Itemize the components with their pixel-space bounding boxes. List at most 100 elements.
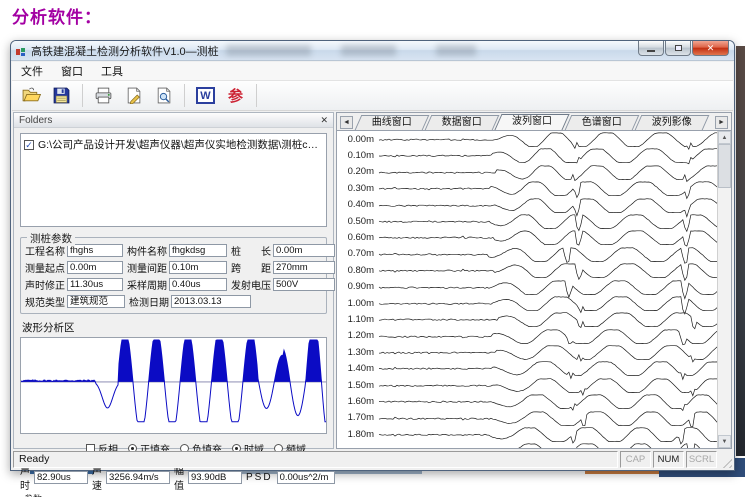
page-pen-icon (125, 87, 142, 104)
wave-train-row[interactable]: 1.70m (337, 410, 731, 426)
minimize-button[interactable] (638, 41, 664, 56)
tab-scroll-left-icon[interactable]: ◄ (340, 116, 353, 129)
param-input[interactable]: 0.00m (67, 261, 123, 274)
wave-train-row[interactable]: 0.80m (337, 262, 731, 278)
word-export-button[interactable]: W (193, 83, 218, 108)
open-file-button[interactable] (19, 83, 44, 108)
wave-train-row[interactable]: 1.20m (337, 328, 731, 344)
param-input[interactable]: 0.10m (169, 261, 227, 274)
folders-caption: Folders ✕ (14, 113, 333, 128)
wave-train-row[interactable]: 0.50m (337, 213, 731, 229)
wave-train-row[interactable]: 0.00m (337, 131, 731, 147)
wave-trace (379, 311, 723, 327)
wave-train-row[interactable]: 0.30m (337, 180, 731, 196)
app-window: 高铁建混凝土检测分析软件V1.0—测桩 ✕ 文件 窗口 工具 (10, 40, 735, 471)
param-input[interactable]: 建筑规范 (67, 295, 125, 308)
wave-trace (379, 279, 723, 295)
wave-trace (379, 180, 723, 196)
param-input[interactable]: 270mm (273, 261, 335, 274)
menu-item-0[interactable]: 文件 (21, 63, 43, 79)
folders-panel: Folders ✕ ✓ G:\公司产品设计开发\超声仪器\超声仪实地检测数据\测… (13, 112, 334, 449)
param-input[interactable]: fhghs (67, 244, 123, 257)
param-label: 声时修正 (25, 277, 65, 292)
wave-train-row[interactable]: 1.00m (337, 295, 731, 311)
wave-train-row[interactable] (337, 442, 731, 448)
wave-train-row[interactable]: 1.80m (337, 426, 731, 442)
maximize-button[interactable] (665, 41, 691, 56)
menu-item-2[interactable]: 工具 (101, 63, 123, 79)
wave-trace (379, 328, 723, 344)
param-input[interactable]: 2013.03.13 (171, 295, 251, 308)
resize-grip[interactable] (719, 455, 732, 468)
wave-train-row[interactable]: 1.60m (337, 393, 731, 409)
wave-train-row[interactable]: 0.70m (337, 246, 731, 262)
depth-label: 1.30m (337, 347, 379, 358)
reading-input[interactable]: 0.00us^2/m (277, 471, 335, 484)
parameters-button[interactable]: 参 (223, 83, 248, 108)
param-input[interactable]: 11.30us (67, 278, 123, 291)
depth-label: 1.70m (337, 412, 379, 423)
tab-3[interactable]: 色谱窗口 (565, 115, 640, 130)
scroll-thumb[interactable] (718, 144, 731, 188)
depth-label: 1.40m (337, 363, 379, 374)
reading-input[interactable]: 3256.94m/s (106, 471, 170, 484)
wave-train-row[interactable]: 1.50m (337, 377, 731, 393)
param-field: 规范类型建筑规范 (25, 294, 125, 309)
depth-label: 1.20m (337, 330, 379, 341)
reading-input[interactable]: 82.90us (34, 471, 88, 484)
wave-train-row[interactable]: 0.10m (337, 147, 731, 163)
param-input[interactable]: 0.40us (169, 278, 227, 291)
word-icon: W (196, 87, 215, 104)
scroll-up-icon[interactable]: ▲ (718, 131, 731, 144)
wave-train-panel: ◄ 曲线窗口数据窗口波列窗口色谱窗口波列影像 ► 0.00m0.10m0.20m… (336, 112, 732, 449)
wave-trace (379, 246, 723, 262)
print-button[interactable] (91, 83, 116, 108)
menu-item-1[interactable]: 窗口 (61, 63, 83, 79)
param-field: 检测日期2013.03.13 (129, 294, 251, 309)
reading-input[interactable]: 93.90dB (188, 471, 242, 484)
save-icon (53, 87, 70, 104)
tab-label: 数据窗口 (442, 116, 482, 130)
page-setup-button[interactable] (121, 83, 146, 108)
tab-label: 色谱窗口 (582, 116, 622, 130)
file-checkbox[interactable]: ✓ (24, 140, 34, 150)
close-button[interactable]: ✕ (692, 41, 729, 56)
param-field: 测量间距0.10m (127, 260, 227, 275)
page-title: 分析软件： (12, 3, 102, 28)
file-item[interactable]: ✓ G:\公司产品设计开发\超声仪器\超声仪实地检测数据\测桩cd\cd03\c… (24, 137, 323, 152)
wave-train-row[interactable]: 1.10m (337, 311, 731, 327)
pile-params-title: 测桩参数 (27, 231, 75, 246)
param-input[interactable]: fhgkdsg (169, 244, 227, 257)
toolbar-separator (82, 84, 83, 107)
tab-1[interactable]: 数据窗口 (425, 115, 500, 130)
wave-train-row[interactable]: 0.20m (337, 164, 731, 180)
vertical-scrollbar[interactable]: ▲ ▼ (717, 131, 731, 448)
status-indicator-cap: CAP (620, 451, 651, 468)
tab-strip: ◄ 曲线窗口数据窗口波列窗口色谱窗口波列影像 ► (337, 113, 731, 131)
glass-reflection (226, 45, 311, 56)
title-bar[interactable]: 高铁建混凝土检测分析软件V1.0—测桩 ✕ (11, 41, 734, 61)
depth-label: 1.00m (337, 298, 379, 309)
tab-0[interactable]: 曲线窗口 (355, 115, 430, 130)
tab-scroll-right-icon[interactable]: ► (715, 116, 728, 129)
wave-train-row[interactable]: 1.40m (337, 360, 731, 376)
param-label: 测量间距 (127, 260, 167, 275)
scroll-down-icon[interactable]: ▼ (718, 435, 731, 448)
waveform-analysis-plot (20, 337, 327, 434)
wave-train-row[interactable]: 0.60m (337, 229, 731, 245)
param-input[interactable]: 500V (273, 278, 335, 291)
param-input[interactable]: 0.00m (273, 244, 335, 257)
tab-4[interactable]: 波列影像 (635, 115, 710, 130)
wave-train-row[interactable]: 0.90m (337, 279, 731, 295)
depth-label: 0.90m (337, 281, 379, 292)
folders-close-icon[interactable]: ✕ (320, 115, 328, 126)
menu-bar: 文件 窗口 工具 (12, 62, 733, 81)
wave-train-row[interactable]: 1.30m (337, 344, 731, 360)
toolbar-separator (184, 84, 185, 107)
file-list[interactable]: ✓ G:\公司产品设计开发\超声仪器\超声仪实地检测数据\测桩cd\cd03\c… (20, 133, 327, 227)
wave-train-row[interactable]: 0.40m (337, 197, 731, 213)
tab-2[interactable]: 波列窗口 (494, 114, 569, 130)
save-button[interactable] (49, 83, 74, 108)
print-preview-button[interactable] (151, 83, 176, 108)
wave-trace (379, 442, 723, 448)
